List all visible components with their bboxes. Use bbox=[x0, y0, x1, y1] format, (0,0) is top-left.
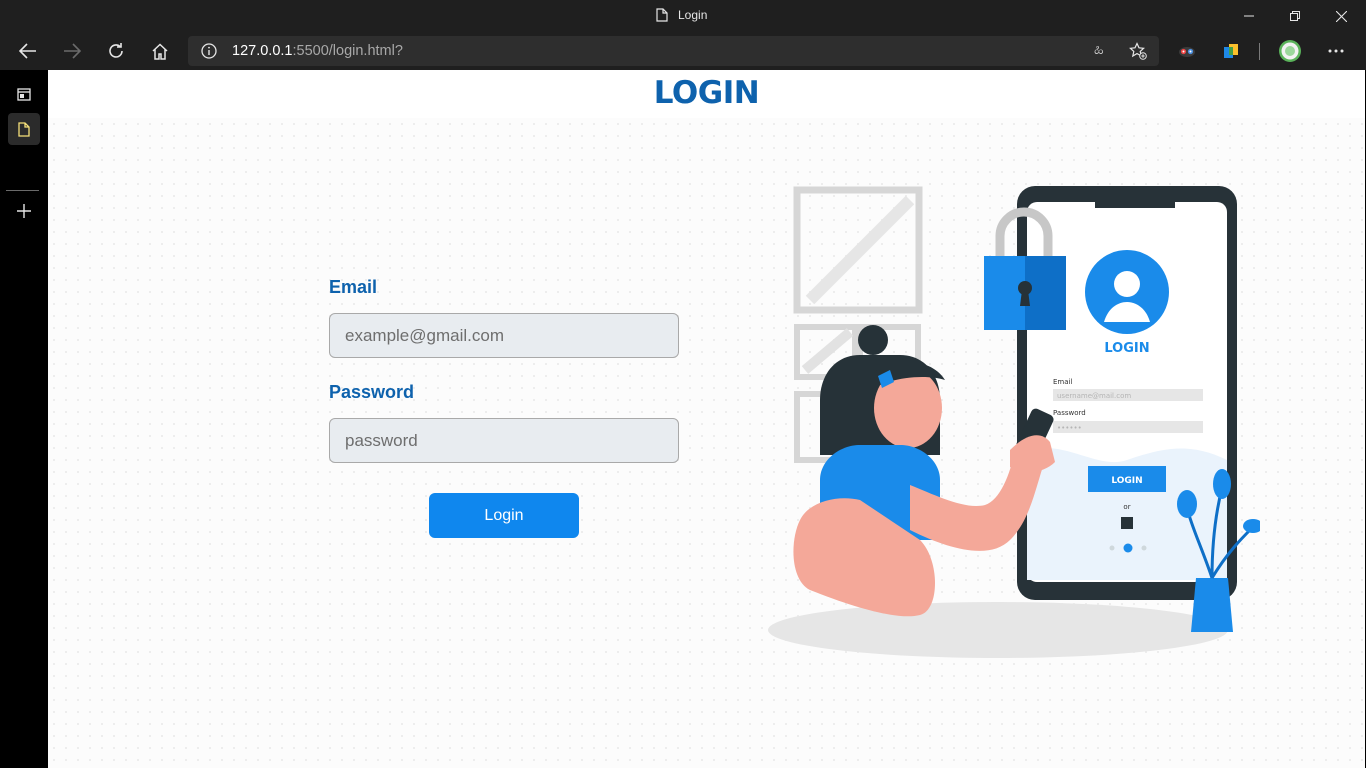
title-bar: Login bbox=[0, 0, 1366, 32]
extension-button-1[interactable] bbox=[1171, 35, 1203, 67]
floor-shadow bbox=[768, 602, 1228, 658]
more-button[interactable] bbox=[1320, 35, 1352, 67]
forward-icon bbox=[64, 43, 81, 59]
sidebar-tab-login[interactable] bbox=[8, 113, 40, 145]
email-label: Email bbox=[329, 277, 378, 297]
login-button[interactable]: Login bbox=[429, 493, 579, 538]
home-icon bbox=[152, 42, 168, 60]
sidebar-divider bbox=[6, 190, 39, 191]
email-field[interactable] bbox=[329, 313, 679, 358]
illustration-email-placeholder: username@mail.com bbox=[1057, 392, 1131, 400]
url-path: :5500/login.html? bbox=[292, 43, 403, 59]
read-aloud-icon[interactable]: ಹಿ bbox=[1094, 42, 1104, 58]
facebook-icon bbox=[1121, 517, 1133, 529]
document-icon bbox=[18, 121, 30, 137]
url-host: 127.0.0.1 bbox=[232, 43, 293, 59]
woman-figure bbox=[793, 325, 1055, 617]
illustration-email-label: Email bbox=[1053, 378, 1072, 386]
refresh-icon bbox=[109, 43, 123, 58]
extension-icon bbox=[1179, 47, 1195, 57]
back-icon bbox=[19, 43, 36, 59]
back-button[interactable] bbox=[12, 35, 44, 67]
refresh-button[interactable] bbox=[100, 35, 132, 67]
tab-actions-button[interactable] bbox=[8, 78, 40, 110]
password-label: Password bbox=[329, 382, 415, 402]
close-icon bbox=[1335, 10, 1347, 22]
restore-button[interactable] bbox=[1272, 0, 1318, 32]
favorites-icon[interactable] bbox=[1129, 42, 1147, 60]
toolbar-divider bbox=[1259, 43, 1260, 60]
home-button[interactable] bbox=[144, 35, 176, 67]
illustration-password-label: Password bbox=[1053, 409, 1086, 417]
illustration-login-button: LOGIN bbox=[1111, 476, 1142, 486]
illustration-password-dots: •••••• bbox=[1057, 424, 1082, 432]
tab-actions-icon bbox=[17, 87, 31, 101]
extension-icon bbox=[1224, 44, 1238, 58]
new-tab-button[interactable] bbox=[8, 195, 40, 227]
page-title: LOGIN bbox=[653, 75, 760, 111]
minimize-button[interactable] bbox=[1226, 0, 1272, 32]
minimize-icon bbox=[1244, 15, 1254, 17]
page-header: LOGIN bbox=[48, 70, 1365, 118]
page-viewport: LOGIN Email Password Login LOGIN Email u… bbox=[48, 70, 1365, 768]
forward-button[interactable] bbox=[56, 35, 88, 67]
vertical-tab-sidebar bbox=[0, 70, 48, 768]
plus-icon bbox=[17, 204, 31, 218]
password-field[interactable] bbox=[329, 418, 679, 463]
profile-button[interactable] bbox=[1274, 35, 1306, 67]
window-title: Login bbox=[656, 8, 707, 22]
close-button[interactable] bbox=[1318, 0, 1364, 32]
illustration-title: LOGIN bbox=[1104, 341, 1149, 356]
address-bar[interactable]: 127.0.0.1:5500/login.html? ಹಿ bbox=[188, 36, 1159, 66]
restore-icon bbox=[1290, 11, 1300, 21]
profile-avatar bbox=[1279, 40, 1301, 62]
browser-toolbar: 127.0.0.1:5500/login.html? ಹಿ bbox=[0, 32, 1366, 70]
window-title-text: Login bbox=[678, 8, 708, 22]
extension-button-2[interactable] bbox=[1215, 35, 1247, 67]
info-icon[interactable] bbox=[201, 43, 217, 59]
illustration-or-text: or bbox=[1123, 503, 1130, 511]
url-text[interactable]: 127.0.0.1:5500/login.html? bbox=[232, 43, 403, 59]
login-illustration: LOGIN Email username@mail.com Password •… bbox=[768, 186, 1260, 658]
document-icon bbox=[656, 8, 668, 22]
more-icon bbox=[1328, 49, 1344, 53]
